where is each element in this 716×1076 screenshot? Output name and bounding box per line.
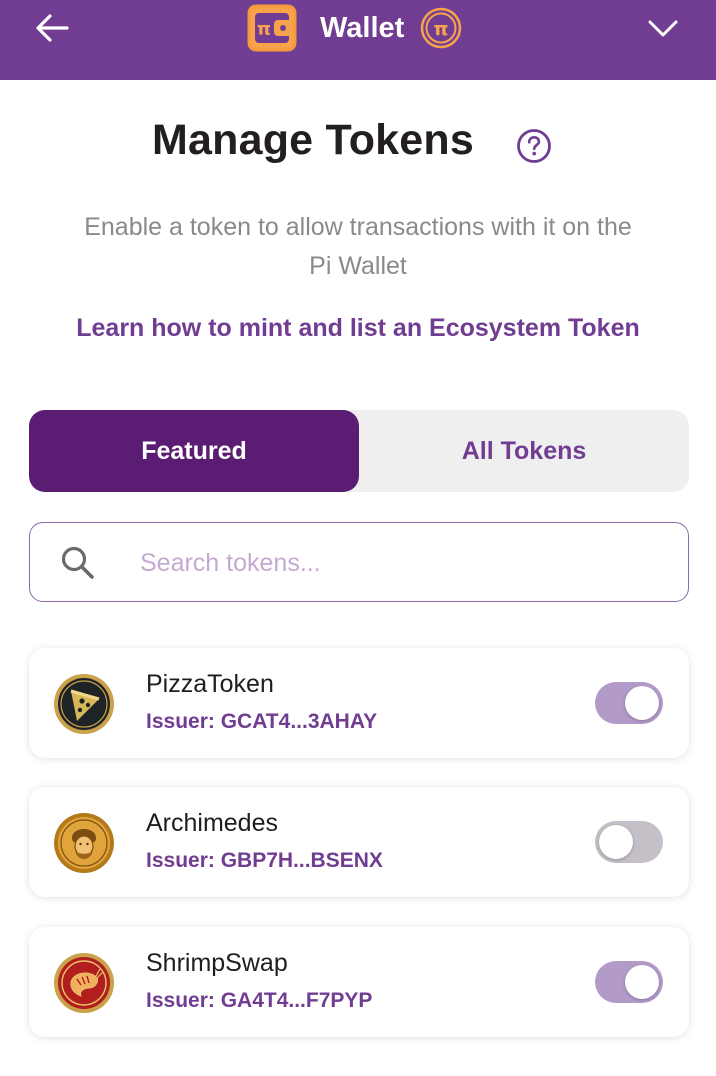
- question-circle-icon[interactable]: [516, 128, 552, 164]
- pi-wallet-icon: π: [247, 4, 297, 52]
- chevron-down-icon: [648, 20, 678, 37]
- toggle-knob: [625, 686, 659, 720]
- header-title: Wallet: [320, 11, 405, 44]
- page-subtitle: Enable a token to allow transactions wit…: [84, 213, 632, 280]
- shrimpswap-token-icon: [54, 953, 114, 1013]
- token-tabs: Featured All Tokens: [29, 410, 689, 492]
- token-name: PizzaToken: [146, 670, 274, 698]
- arrow-left-icon: [36, 14, 69, 42]
- token-issuer: Issuer: GCAT4...3AHAY: [146, 710, 378, 733]
- pi-coin-icon: π: [421, 7, 462, 49]
- token-name: ShrimpSwap: [146, 949, 288, 977]
- token-card-pizzatoken: PizzaToken Issuer: GCAT4...3AHAY: [29, 648, 689, 758]
- search-icon: [61, 546, 94, 579]
- token-issuer: Issuer: GBP7H...BSENX: [146, 849, 383, 872]
- token-issuer: Issuer: GA4T4...F7PYP: [146, 989, 373, 1012]
- token-toggle-shrimpswap[interactable]: [595, 961, 663, 1003]
- search-input[interactable]: [138, 537, 662, 589]
- token-toggle-pizzatoken[interactable]: [595, 682, 663, 724]
- header-menu-button[interactable]: [646, 14, 680, 42]
- toggle-knob: [625, 965, 659, 999]
- app-header: π Wallet π: [0, 0, 716, 80]
- pizza-token-icon: [54, 674, 114, 734]
- search-box: [29, 522, 689, 602]
- tab-all-tokens[interactable]: All Tokens: [359, 410, 689, 492]
- svg-text:π: π: [434, 18, 449, 40]
- back-button[interactable]: [34, 12, 70, 44]
- header-brand: π Wallet π: [246, 3, 462, 53]
- learn-mint-link[interactable]: Learn how to mint and list an Ecosystem …: [0, 314, 716, 343]
- token-card-shrimpswap: ShrimpSwap Issuer: GA4T4...F7PYP: [29, 927, 689, 1037]
- toggle-knob: [599, 825, 633, 859]
- token-toggle-archimedes[interactable]: [595, 821, 663, 863]
- token-card-archimedes: Archimedes Issuer: GBP7H...BSENX: [29, 787, 689, 897]
- title-row: Manage Tokens: [0, 112, 716, 172]
- tab-featured[interactable]: Featured: [29, 410, 359, 492]
- token-name: Archimedes: [146, 809, 278, 837]
- svg-text:π: π: [257, 19, 271, 40]
- archimedes-token-icon: [54, 813, 114, 873]
- page-title: Manage Tokens: [152, 116, 474, 164]
